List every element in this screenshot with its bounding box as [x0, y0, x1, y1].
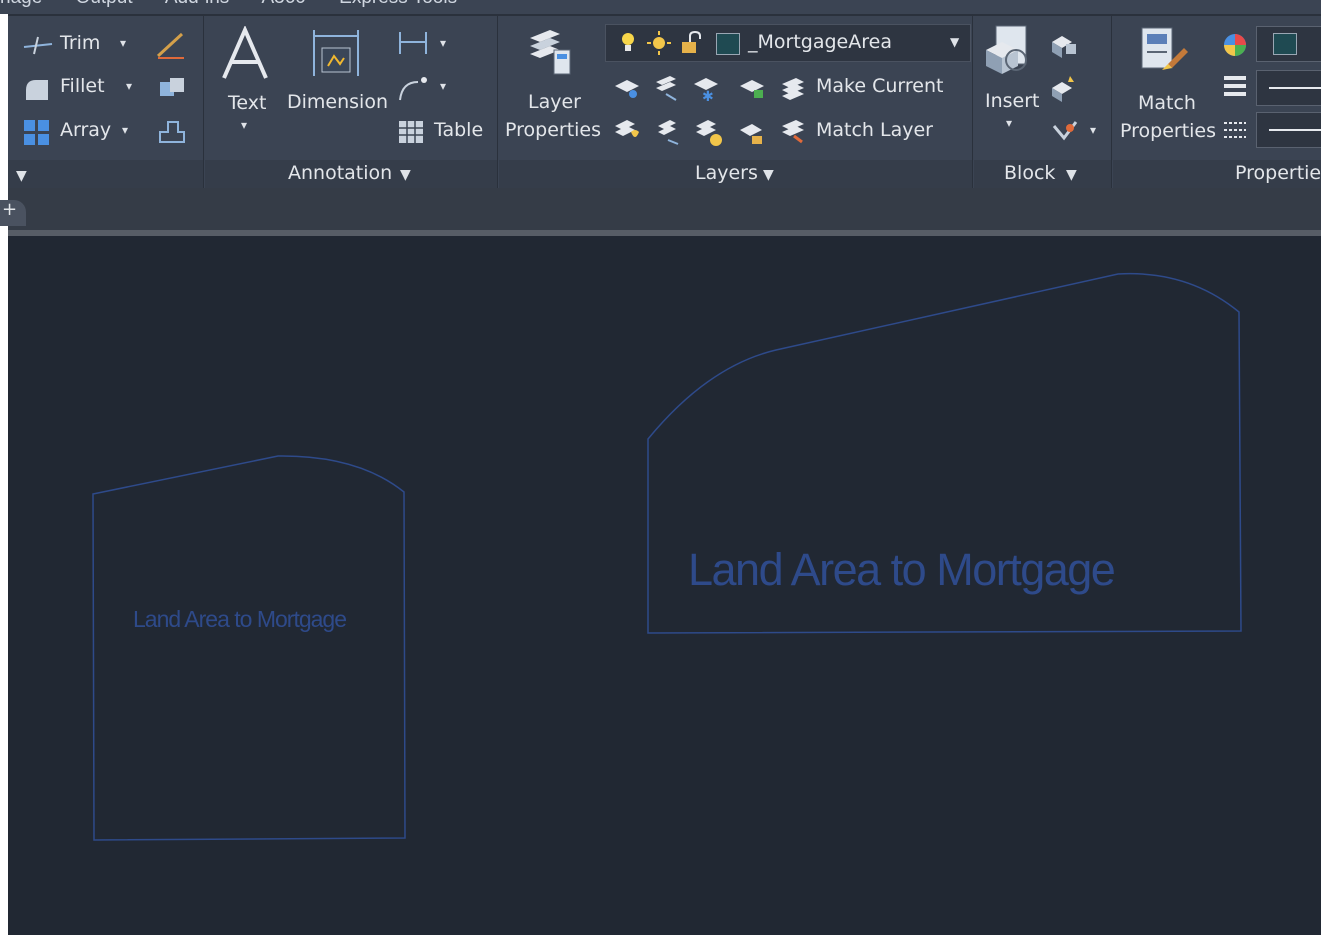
drawing-geometry[interactable]	[8, 236, 1321, 935]
drawing-canvas[interactable]: Land Area to Mortgage Land Area to Mortg…	[8, 236, 1321, 935]
layer-color-swatch	[716, 33, 740, 55]
block-attribute-icon[interactable]	[1050, 118, 1080, 144]
text-button[interactable]: Text	[228, 92, 266, 114]
create-block-icon[interactable]	[1048, 32, 1080, 58]
dimension-dropdown-arrow[interactable]: ▾	[440, 36, 446, 50]
panel-divider	[203, 16, 204, 188]
dimension-icon[interactable]	[310, 26, 362, 80]
text-a-icon[interactable]	[220, 26, 270, 82]
lineweight-icon[interactable]	[1222, 74, 1248, 100]
insert-dropdown-arrow[interactable]: ▾	[1006, 116, 1012, 130]
dimension-button[interactable]: Dimension	[287, 91, 388, 113]
make-current-icon[interactable]	[778, 74, 808, 102]
erase-icon[interactable]	[154, 30, 188, 60]
block-attribute-dropdown-arrow[interactable]: ▾	[1090, 123, 1096, 137]
layer-dropdown-arrow[interactable]: ▼	[950, 35, 959, 49]
lineweight-dropdown[interactable]	[1256, 70, 1321, 106]
leader-dropdown-arrow[interactable]: ▾	[440, 79, 446, 93]
layer-freeze-icon[interactable]: ✱	[692, 76, 720, 102]
mortgage-label-large[interactable]: Land Area to Mortgage	[688, 544, 1116, 596]
match-properties-label-2[interactable]: Properties	[1120, 120, 1216, 142]
fillet-dropdown-arrow[interactable]: ▾	[126, 79, 132, 93]
annotation-expand-arrow[interactable]: ▼	[400, 167, 411, 183]
match-layer-icon[interactable]	[778, 116, 808, 146]
tab-a360[interactable]: A360	[262, 0, 306, 8]
panel-divider	[1111, 16, 1112, 188]
make-current-button[interactable]: Make Current	[816, 75, 943, 97]
text-dropdown-arrow[interactable]: ▾	[241, 118, 247, 132]
panel-divider	[497, 16, 498, 188]
file-tab-bar: +	[0, 188, 1321, 232]
color-wheel-icon[interactable]	[1222, 32, 1248, 58]
linetype-icon[interactable]	[1222, 118, 1248, 144]
layer-properties-label-2[interactable]: Properties	[505, 119, 601, 141]
block-panel-title[interactable]: Block	[1004, 162, 1055, 184]
ribbon-tab-strip: nage Output Add-ins A360 Express Tools	[0, 0, 1321, 14]
layer-thaw-all-icon[interactable]	[694, 118, 726, 148]
layer-dropdown[interactable]: _MortgageArea ▼	[605, 24, 971, 62]
linear-dimension-icon[interactable]	[396, 30, 432, 56]
tab-express-tools[interactable]: Express Tools	[339, 0, 457, 8]
fillet-button[interactable]: Fillet	[60, 75, 105, 97]
layer-properties-icon[interactable]	[526, 24, 574, 78]
layers-panel-title[interactable]: Layers	[695, 162, 758, 184]
tab-output[interactable]: Output	[76, 0, 133, 8]
layer-on-bulb-icon[interactable]	[620, 31, 636, 55]
layer-unlock-icon[interactable]	[680, 31, 704, 55]
layer-properties-label-1[interactable]: Layer	[528, 91, 581, 113]
array-button[interactable]: Array	[60, 119, 111, 141]
new-tab-button[interactable]: +	[0, 199, 26, 226]
tab-manage[interactable]: nage	[0, 0, 42, 8]
layer-unlock-all-icon[interactable]	[738, 120, 768, 148]
linetype-dropdown[interactable]	[1256, 112, 1321, 148]
offset-icon[interactable]	[156, 118, 188, 146]
panel-divider	[972, 16, 973, 188]
edit-block-icon[interactable]	[1048, 74, 1080, 102]
array-icon[interactable]	[22, 118, 52, 146]
explode-icon[interactable]	[154, 74, 188, 102]
land-area-boundary-small	[92, 455, 406, 841]
svg-text:✱: ✱	[702, 89, 714, 102]
trim-button[interactable]: Trim	[60, 32, 100, 54]
insert-button[interactable]: Insert	[985, 90, 1040, 112]
trim-icon[interactable]	[22, 34, 54, 56]
layer-match-icon[interactable]	[613, 118, 643, 146]
mortgage-label-small[interactable]: Land Area to Mortgage	[133, 606, 347, 633]
table-icon[interactable]	[398, 120, 424, 144]
ribbon-tabs: nage Output Add-ins A360 Express Tools	[0, 0, 485, 9]
layer-change-icon[interactable]	[654, 118, 682, 146]
object-color-dropdown[interactable]	[1256, 26, 1321, 62]
lineweight-sample	[1269, 87, 1321, 89]
layer-previous-icon[interactable]	[652, 74, 680, 102]
current-layer-name: _MortgageArea	[748, 31, 892, 53]
insert-block-icon[interactable]	[982, 24, 1038, 82]
match-layer-button[interactable]: Match Layer	[816, 119, 933, 141]
leader-icon[interactable]	[396, 74, 432, 102]
layers-expand-arrow[interactable]: ▼	[763, 167, 774, 183]
ribbon: Trim ▾ Fillet ▾ Array ▾ ▼ Text ▾ Dimensi…	[8, 14, 1321, 188]
layer-lock-icon[interactable]	[738, 76, 766, 102]
trim-dropdown-arrow[interactable]: ▾	[120, 36, 126, 50]
plus-icon: +	[2, 199, 18, 220]
annotation-panel-title[interactable]: Annotation	[288, 162, 392, 184]
modify-panel-bar[interactable]	[8, 160, 203, 188]
fillet-icon[interactable]	[22, 76, 52, 102]
match-properties-label-1[interactable]: Match	[1138, 92, 1196, 114]
window-edge	[0, 14, 8, 935]
array-dropdown-arrow[interactable]: ▾	[122, 123, 128, 137]
layer-isolate-icon[interactable]	[613, 76, 641, 102]
properties-panel-title[interactable]: Propertie	[1235, 162, 1321, 184]
linetype-sample	[1269, 129, 1321, 131]
block-expand-arrow[interactable]: ▼	[1066, 167, 1077, 183]
table-button[interactable]: Table	[434, 119, 483, 141]
tab-add-ins[interactable]: Add-ins	[165, 0, 229, 8]
object-color-swatch	[1273, 33, 1297, 55]
layer-thaw-sun-icon[interactable]	[646, 31, 672, 55]
match-properties-icon[interactable]	[1138, 24, 1190, 82]
modify-panel-expand-arrow[interactable]: ▼	[16, 168, 27, 184]
